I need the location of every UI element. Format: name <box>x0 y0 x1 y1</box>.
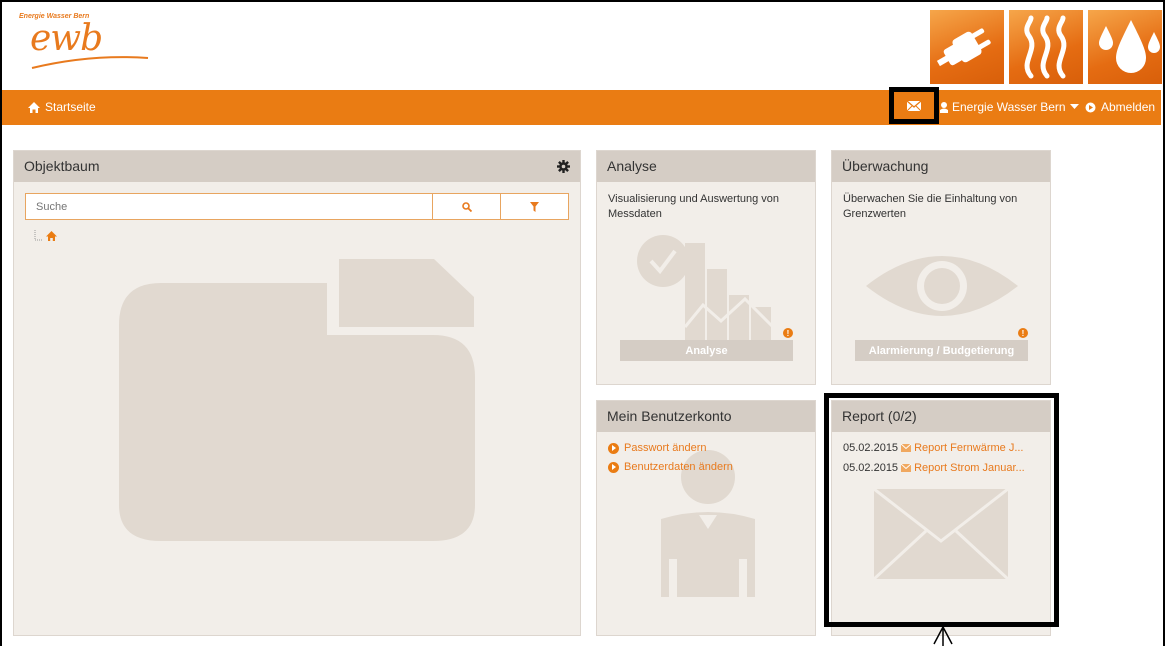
heat-icon <box>1024 15 1067 79</box>
main-navbar: Startseite Energie Wasser Bern Abmelden <box>2 87 1161 125</box>
caret-down-icon <box>1069 104 1079 109</box>
annotation-arrow-icon <box>933 626 953 646</box>
ueberwachung-body: Überwachen Sie die Einhaltung von Grenzw… <box>832 182 1050 232</box>
filter-icon <box>530 201 539 212</box>
home-icon <box>46 231 57 241</box>
plug-icon <box>936 28 991 67</box>
konto-body: Passwort ändern Benutzerdaten ändern <box>597 432 815 490</box>
analyse-button[interactable]: Analyse <box>620 340 793 361</box>
analyse-warning-icon: ! <box>783 328 793 338</box>
objektbaum-panel: Objektbaum <box>13 150 581 636</box>
search-icon <box>461 201 472 212</box>
objektbaum-search <box>25 193 569 220</box>
water-tile[interactable] <box>1088 10 1162 84</box>
analyse-panel: Analyse Visualisierung und Auswertung vo… <box>596 150 816 385</box>
benutzerdaten-link-label: Benutzerdaten ändern <box>624 461 733 473</box>
nav-mail-button[interactable] <box>889 87 939 124</box>
analyse-description: Visualisierung und Auswertung von Messda… <box>608 193 780 220</box>
ewb-logo[interactable]: Energie Wasser Bern ewb <box>16 10 156 70</box>
nav-logout-link[interactable]: Abmelden <box>1085 100 1155 114</box>
circle-arrow-icon <box>608 461 619 473</box>
nav-home-link[interactable]: Startseite <box>28 100 96 114</box>
konto-title: Mein Benutzerkonto <box>607 408 732 424</box>
circle-arrow-icon <box>608 442 619 454</box>
nav-home-label: Startseite <box>45 100 96 114</box>
ueberwachung-description: Überwachen Sie die Einhaltung von Grenzw… <box>843 193 1018 220</box>
envelope-icon <box>907 100 921 111</box>
app-header: Energie Wasser Bern ewb <box>2 2 1162 90</box>
tree-connector-icon <box>34 230 43 241</box>
folder-watermark-icon <box>119 259 475 541</box>
search-button[interactable] <box>432 194 500 219</box>
nav-logout-label: Abmelden <box>1101 100 1156 114</box>
analyse-body: Visualisierung und Auswertung von Messda… <box>597 182 815 232</box>
filter-button[interactable] <box>500 194 568 219</box>
alarmierung-button[interactable]: Alarmierung / Budgetierung <box>855 340 1028 361</box>
logo-swoosh-icon <box>31 56 149 69</box>
benutzerdaten-link[interactable]: Benutzerdaten ändern <box>608 461 804 473</box>
passwort-link[interactable]: Passwort ändern <box>608 442 804 454</box>
user-icon <box>940 101 948 113</box>
analyse-header: Analyse <box>597 151 815 182</box>
plug-tile[interactable] <box>930 10 1004 84</box>
analyse-title: Analyse <box>607 158 657 174</box>
home-icon <box>28 101 40 113</box>
objektbaum-title: Objektbaum <box>24 158 100 174</box>
objektbaum-header: Objektbaum <box>14 151 580 182</box>
water-drops-icon <box>1099 20 1160 73</box>
nav-user-label: Energie Wasser Bern <box>952 100 1066 114</box>
heat-tile[interactable] <box>1009 10 1083 84</box>
analytics-chart-icon <box>637 235 775 343</box>
ueberwachung-panel: Überwachung Überwachen Sie die Einhaltun… <box>831 150 1051 385</box>
report-highlight-box <box>824 393 1059 627</box>
nav-user-menu[interactable]: Energie Wasser Bern <box>940 100 1079 114</box>
ueberwachung-header: Überwachung <box>832 151 1050 182</box>
tree-root-node[interactable] <box>34 230 57 242</box>
search-input[interactable] <box>26 194 432 219</box>
ueberwachung-title: Überwachung <box>842 158 929 174</box>
konto-panel: Mein Benutzerkonto Passwort ändern Benut… <box>596 400 816 636</box>
konto-header: Mein Benutzerkonto <box>597 401 815 432</box>
passwort-link-label: Passwort ändern <box>624 442 707 454</box>
logo-text: ewb <box>30 18 103 59</box>
logout-icon <box>1085 102 1096 112</box>
ueberwachung-warning-icon: ! <box>1018 328 1028 338</box>
gear-icon[interactable] <box>557 160 570 173</box>
eye-watermark-icon <box>866 256 1018 316</box>
